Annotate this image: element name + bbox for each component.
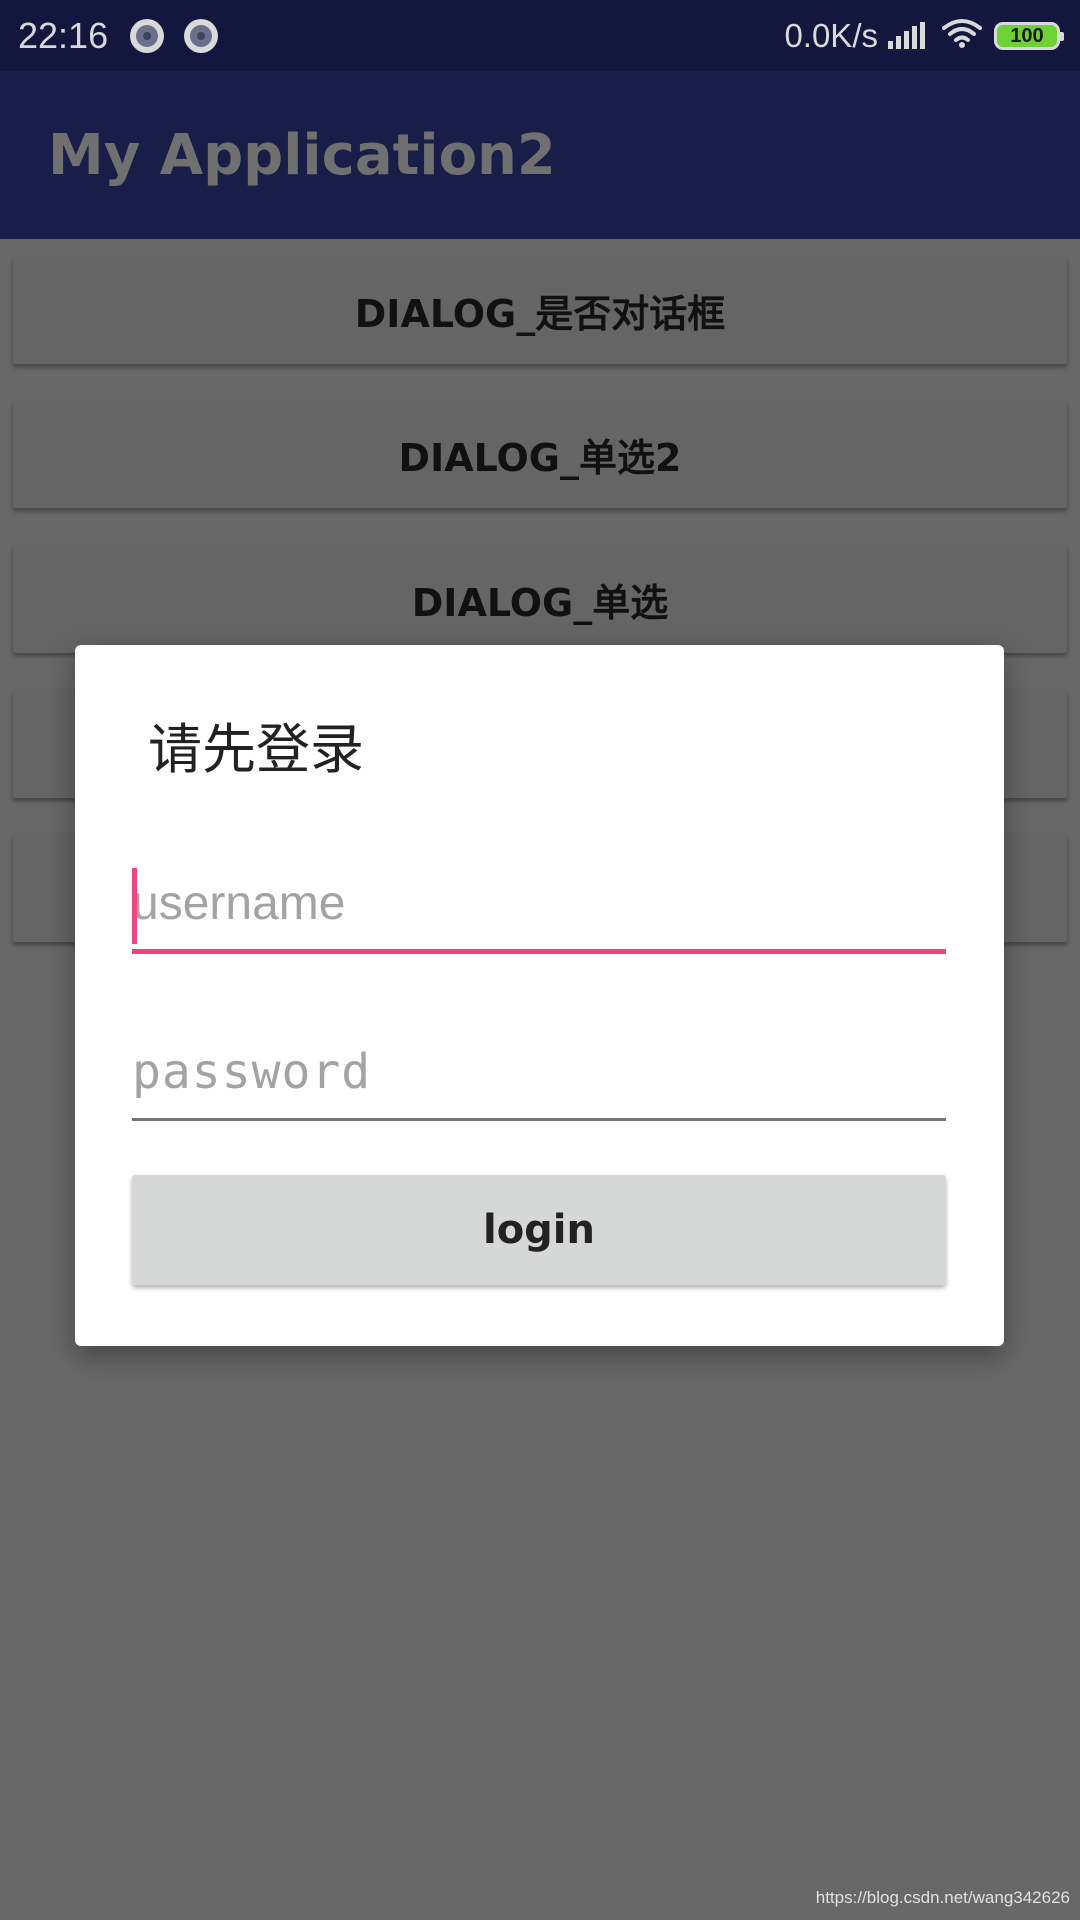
username-input[interactable] — [132, 863, 946, 944]
battery-level: 100 — [1010, 24, 1044, 47]
dialog-single-choice-button[interactable]: DIALOG_单选 — [13, 545, 1067, 653]
dialog-yes-no-button[interactable]: DIALOG_是否对话框 — [13, 256, 1067, 364]
app-title: My Application2 — [48, 122, 556, 188]
status-left: 22:16 — [18, 15, 238, 57]
username-field-container — [132, 858, 946, 954]
status-right: 0.0K/s 100 — [784, 16, 1064, 55]
notification-dot-icon — [130, 18, 165, 53]
app-bar: My Application2 — [0, 71, 1080, 239]
dialog-single-choice-2-button[interactable]: DIALOG_单选2 — [13, 400, 1067, 508]
password-input[interactable] — [132, 1031, 946, 1112]
cell-signal-icon — [888, 21, 928, 49]
battery-icon: 100 — [994, 21, 1064, 50]
network-speed: 0.0K/s — [784, 16, 878, 54]
password-field-container — [132, 1025, 946, 1121]
dialog-title: 请先登录 — [148, 718, 364, 781]
notification-dot-icon — [184, 18, 219, 53]
login-button[interactable]: login — [132, 1175, 946, 1285]
text-cursor — [132, 868, 137, 944]
login-dialog: 请先登录 login — [75, 645, 1004, 1346]
status-bar: 22:16 0.0K/s 100 — [0, 0, 1080, 71]
watermark: https://blog.csdn.net/wang342626 — [815, 1888, 1070, 1907]
status-time: 22:16 — [18, 14, 109, 56]
wifi-icon — [942, 18, 982, 53]
